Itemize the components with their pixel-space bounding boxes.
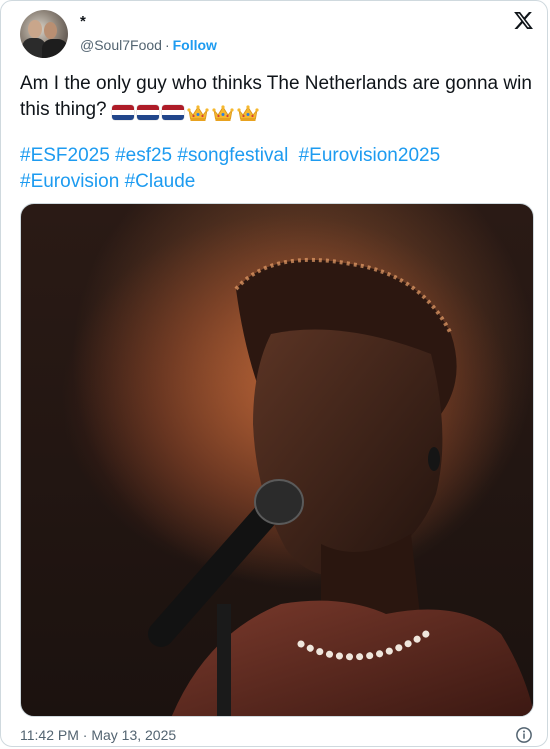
hashtags-line-1: #ESF2025 #esf25 #songfestival #Eurovisio… [20,143,535,169]
follow-button[interactable]: Follow [173,37,217,53]
singer-photo-illustration [21,204,533,716]
author-avatar[interactable] [20,10,68,58]
crown-icon [187,105,209,121]
crown-icon [237,105,259,121]
tweet-timestamp[interactable]: 11:42 PM · May 13, 2025 [20,726,176,744]
hashtag-link[interactable]: #esf25 [115,145,172,166]
tweet-card: * @Soul7Food · Follow Am I the only guy wh… [0,0,548,747]
handle-row: @Soul7Food · Follow [80,36,217,54]
x-logo-icon[interactable] [513,10,534,31]
hashtags: #ESF2025 #esf25 #songfestival #Eurovisio… [20,143,535,195]
tweet-text-body: Am I the only guy who thinks The Netherl… [20,73,532,120]
crown-icon [212,105,234,121]
author-name[interactable]: * [80,13,86,31]
hashtag-link[interactable]: #songfestival [177,145,288,166]
tweet-text: Am I the only guy who thinks The Netherl… [20,71,535,126]
hashtag-link[interactable]: #Eurovision2025 [299,145,441,166]
netherlands-flag-icon [111,105,134,121]
hashtags-line-2: #Eurovision #Claude [20,169,535,195]
author-handle[interactable]: @Soul7Food [80,37,162,53]
info-icon[interactable] [515,726,533,744]
hashtag-link[interactable]: #Claude [125,171,196,192]
separator: · [164,37,170,53]
netherlands-flag-icon [161,105,184,121]
netherlands-flag-icon [136,105,159,121]
hashtag-link[interactable]: #ESF2025 [20,145,110,166]
tweet-photo[interactable] [20,203,534,717]
hashtag-link[interactable]: #Eurovision [20,171,119,192]
emoji-row [111,100,262,126]
